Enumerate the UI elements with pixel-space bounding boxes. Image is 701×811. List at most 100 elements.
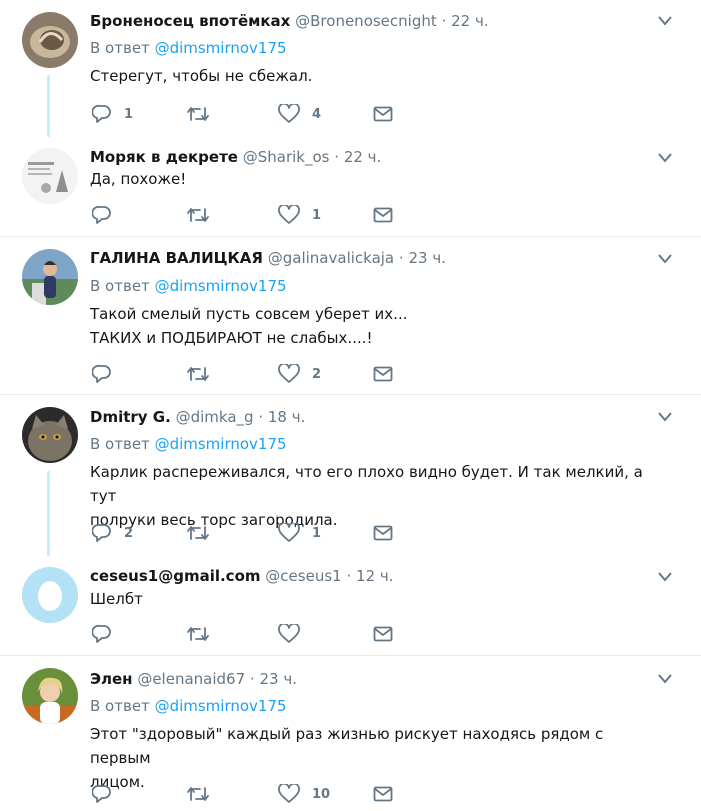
retweet-icon: [187, 107, 209, 121]
tweet-text-line: Карлик распереживался, что его плохо вид…: [90, 463, 643, 505]
reply-icon: [92, 523, 111, 542]
message-button[interactable]: [373, 522, 393, 544]
tweet[interactable]: Моряк в декрете @Sharik_os · 22 ч. Да, п…: [0, 137, 701, 236]
reply-prefix: В ответ: [90, 697, 150, 715]
timestamp[interactable]: 23 ч.: [259, 670, 297, 688]
reply-mention-link[interactable]: @dimsmirnov175: [155, 39, 287, 57]
avatar[interactable]: [22, 668, 78, 724]
chevron-down-icon[interactable]: [657, 15, 673, 27]
message-button[interactable]: [373, 783, 393, 805]
author-name[interactable]: Элен: [90, 670, 133, 688]
tweet[interactable]: Dmitry G. @dimka_g · 18 ч. В ответ @dims…: [0, 395, 701, 556]
timestamp[interactable]: 22 ч.: [344, 148, 382, 166]
like-button[interactable]: 1: [278, 204, 321, 226]
message-button[interactable]: [373, 103, 393, 125]
timestamp[interactable]: 22 ч.: [451, 12, 489, 30]
reply-button[interactable]: 1: [92, 103, 133, 125]
tweet-header: Моряк в декрете @Sharik_os · 22 ч.: [90, 147, 381, 167]
thread-line: [47, 75, 50, 137]
chevron-down-icon[interactable]: [657, 411, 673, 423]
timestamp[interactable]: 18 ч.: [268, 408, 306, 426]
heart-icon: [278, 624, 300, 643]
heart-icon: [278, 523, 300, 542]
tweet[interactable]: ceseus1@gmail.com @ceseus1 · 12 ч. Шелбт: [0, 556, 701, 655]
avatar[interactable]: [22, 12, 78, 68]
tweet-text-line: ТАКИХ и ПОДБИРАЮТ не слабых....!: [90, 329, 373, 347]
author-handle[interactable]: @galinavalickaja: [268, 249, 394, 267]
like-button[interactable]: 10: [278, 783, 330, 805]
like-button[interactable]: 2: [278, 363, 321, 385]
retweet-button[interactable]: [186, 783, 222, 805]
author-name[interactable]: ГАЛИНА ВАЛИЦКАЯ: [90, 249, 263, 267]
like-count: 1: [312, 207, 322, 223]
retweet-button[interactable]: [186, 204, 222, 226]
heart-icon: [278, 205, 300, 224]
envelope-icon: [373, 786, 393, 802]
chevron-down-icon[interactable]: [657, 571, 673, 583]
retweet-button[interactable]: [186, 103, 222, 125]
reply-button[interactable]: [92, 204, 124, 226]
avatar[interactable]: [22, 407, 78, 463]
retweet-icon: [187, 526, 209, 540]
separator-dot: ·: [249, 670, 255, 688]
retweet-button[interactable]: [186, 522, 222, 544]
author-name[interactable]: ceseus1@gmail.com: [90, 567, 261, 585]
tweet-text: Этот "здоровый" каждый раз жизнью рискуе…: [90, 722, 650, 794]
author-name[interactable]: Моряк в декрете: [90, 148, 238, 166]
tweet-text: Шелбт: [90, 587, 650, 611]
tweet-text: Такой смелый пусть совсем уберет их... Т…: [90, 302, 650, 350]
reply-mention-link[interactable]: @dimsmirnov175: [155, 277, 287, 295]
author-handle[interactable]: @Sharik_os: [243, 148, 330, 166]
envelope-icon: [373, 626, 393, 642]
retweet-icon: [187, 367, 209, 381]
author-name[interactable]: Dmitry G.: [90, 408, 171, 426]
like-button[interactable]: [278, 623, 312, 645]
message-button[interactable]: [373, 623, 393, 645]
chevron-down-icon[interactable]: [657, 253, 673, 265]
timestamp[interactable]: 12 ч.: [356, 567, 394, 585]
tweet[interactable]: Броненосец впотёмках @Bronenosecnight · …: [0, 0, 701, 137]
chevron-down-icon[interactable]: [657, 673, 673, 685]
avatar[interactable]: [22, 567, 78, 623]
retweet-button[interactable]: [186, 363, 222, 385]
tweet-text-line: полруки весь торс загородила.: [90, 511, 338, 529]
reply-context: В ответ @dimsmirnov175: [90, 434, 287, 454]
tweet-header: Элен @elenanaid67 · 23 ч.: [90, 669, 297, 689]
author-handle[interactable]: @elenanaid67: [137, 670, 245, 688]
author-handle[interactable]: @ceseus1: [265, 567, 341, 585]
avatar[interactable]: [22, 148, 78, 204]
reply-icon: [92, 624, 111, 643]
avatar[interactable]: [22, 249, 78, 305]
retweet-icon: [187, 787, 209, 801]
envelope-icon: [373, 106, 393, 122]
author-handle[interactable]: @Bronenosecnight: [295, 12, 437, 30]
envelope-icon: [373, 366, 393, 382]
reply-button[interactable]: 2: [92, 522, 133, 544]
reply-icon: [92, 364, 111, 383]
reply-button[interactable]: [92, 783, 124, 805]
like-button[interactable]: 1: [278, 522, 321, 544]
like-button[interactable]: 4: [278, 103, 321, 125]
reply-count: 1: [124, 106, 134, 122]
heart-icon: [278, 104, 300, 123]
tweet[interactable]: ГАЛИНА ВАЛИЦКАЯ @galinavalickaja · 23 ч.…: [0, 237, 701, 394]
chevron-down-icon[interactable]: [657, 152, 673, 164]
reply-prefix: В ответ: [90, 39, 150, 57]
retweet-button[interactable]: [186, 623, 222, 645]
reply-button[interactable]: [92, 623, 124, 645]
message-button[interactable]: [373, 204, 393, 226]
reply-prefix: В ответ: [90, 277, 150, 295]
reply-icon: [92, 784, 111, 803]
reply-mention-link[interactable]: @dimsmirnov175: [155, 697, 287, 715]
author-handle[interactable]: @dimka_g: [176, 408, 254, 426]
tweet-text: Да, похоже!: [90, 167, 650, 191]
timestamp[interactable]: 23 ч.: [408, 249, 446, 267]
reply-mention-link[interactable]: @dimsmirnov175: [155, 435, 287, 453]
message-button[interactable]: [373, 363, 393, 385]
author-name[interactable]: Броненосец впотёмках: [90, 12, 290, 30]
tweet-text-line: Этот "здоровый" каждый раз жизнью рискуе…: [90, 725, 604, 767]
reply-button[interactable]: [92, 363, 124, 385]
reply-icon: [92, 104, 111, 123]
tweet-header: Dmitry G. @dimka_g · 18 ч.: [90, 407, 305, 427]
tweet[interactable]: Элен @elenanaid67 · 23 ч. В ответ @dimsm…: [0, 656, 701, 811]
